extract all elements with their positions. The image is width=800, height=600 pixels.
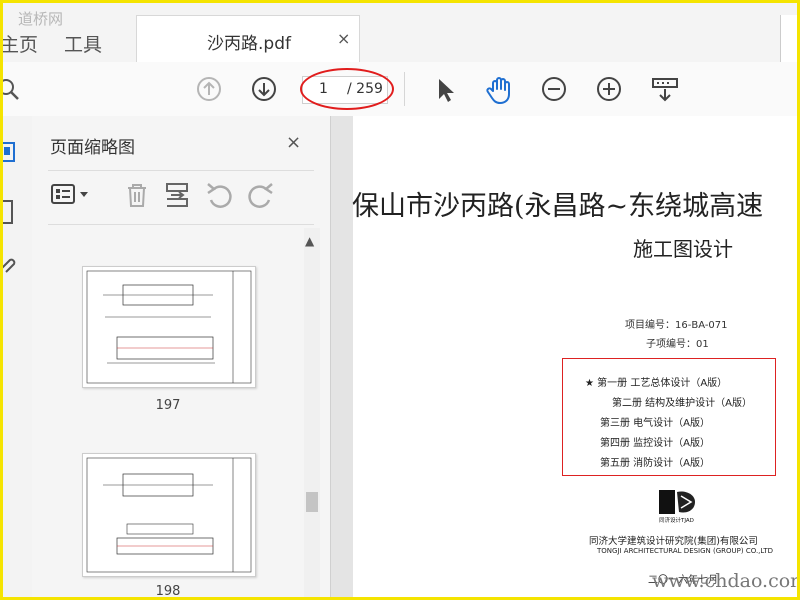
hand-tool-icon[interactable] [484,74,516,106]
panel-divider [48,170,314,171]
volume-item: 第二册 结构及维护设计（A版） [612,398,753,409]
tab-home[interactable]: 主页 [0,30,38,57]
document-subtitle: 施工图设计 [633,237,733,261]
watermark-bottom: www.chdao.com [652,570,800,592]
attachments-nav-icon[interactable] [0,254,18,276]
new-tab-edge[interactable] [780,15,800,62]
tab-bar [0,0,800,62]
zoom-in-icon[interactable] [596,76,622,102]
volume-item: ★ 第一册 工艺总体设计（A版） [585,378,728,389]
delete-page-icon[interactable] [122,180,152,210]
thumbnail-options-icon[interactable] [50,182,92,208]
tab-document-title: 沙丙路.pdf [207,34,291,54]
highlight-ellipse [300,68,394,110]
watermark-top: 道桥网 [18,10,64,28]
bookmarks-nav-icon[interactable] [0,198,18,228]
logo-caption: 同济设计TJAD [659,516,694,524]
toolbar-divider [404,72,405,106]
thumbnail-scrollbar[interactable] [304,228,320,600]
scrollbar-thumb[interactable] [306,492,318,512]
toolbar [0,62,800,117]
tab-tools[interactable]: 工具 [64,30,102,57]
next-page-icon[interactable] [251,76,277,102]
page-display-icon[interactable] [650,76,680,104]
volume-item: 第四册 监控设计（A版） [600,438,711,449]
panel-toolbar [48,176,314,214]
previous-page-icon[interactable] [196,76,222,102]
thumbnail-label: 197 [155,398,181,413]
panel-divider-lower [48,224,314,225]
tab-close-button[interactable]: × [337,29,350,48]
document-title: 保山市沙丙路(永昌路~东绕城高速 [352,191,764,222]
panel-close-button[interactable]: × [286,132,301,153]
tab-document[interactable]: 沙丙路.pdf × [136,15,360,63]
navigation-strip [0,116,33,600]
page-thumbnails-nav-icon[interactable] [0,140,18,166]
select-pointer-icon[interactable] [436,76,456,104]
organization-name-en: TONGJI ARCHITECTURAL DESIGN (GROUP) CO.,… [597,547,774,555]
sub-item-number: 子项编号：01 [646,339,709,350]
thumbnail-label: 198 [155,584,181,599]
volume-item: 第五册 消防设计（A版） [600,458,711,469]
search-icon[interactable] [0,76,22,102]
rotate-left-icon[interactable] [204,180,234,210]
tjad-logo: 同济设计TJAD [657,488,699,524]
panel-title: 页面缩略图 [50,138,135,158]
page-thumbnail[interactable] [82,266,256,388]
volume-item: 第三册 电气设计（A版） [600,418,711,429]
zoom-out-icon[interactable] [541,76,567,102]
project-number: 项目编号：16-BA-071 [625,320,728,331]
organization-name-cn: 同济大学建筑设计研究院(集团)有限公司 [589,536,758,547]
rotate-right-icon[interactable] [246,180,276,210]
insert-page-icon[interactable] [162,180,192,210]
scroll-up-arrow-icon[interactable]: ▲ [305,234,314,248]
page-thumbnail[interactable] [82,453,256,577]
